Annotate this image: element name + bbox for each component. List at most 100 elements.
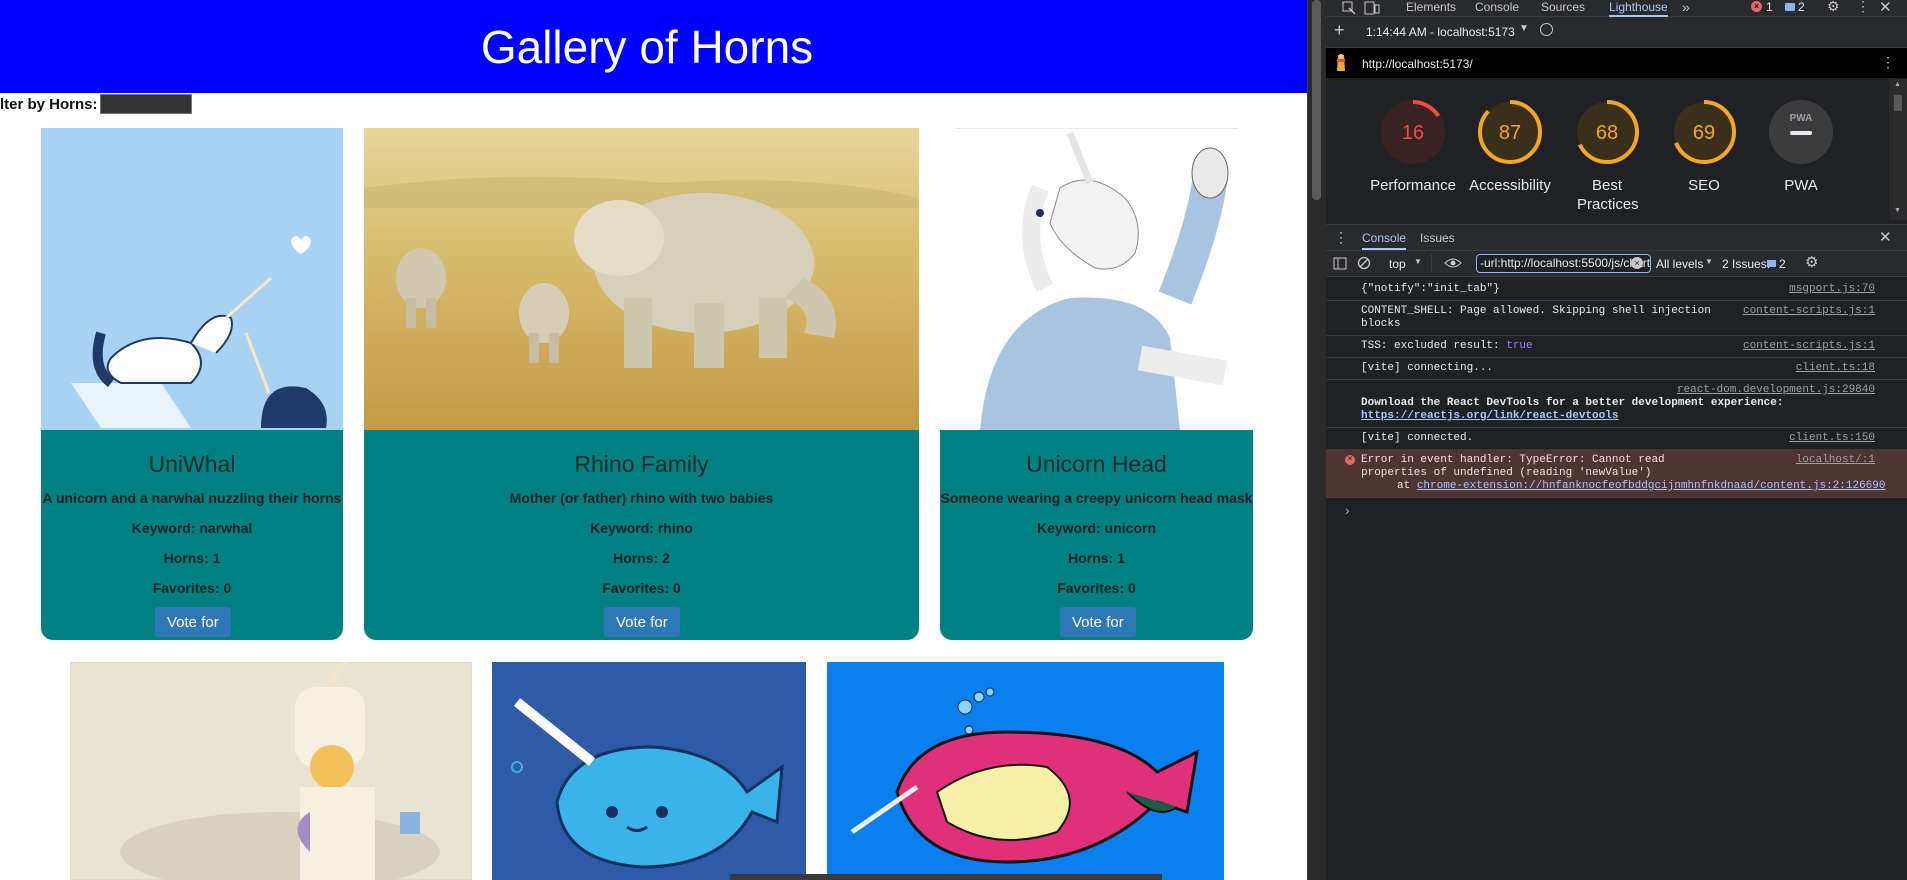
issues-icon[interactable] <box>1785 3 1795 11</box>
filter-label: lter by Horns: <box>0 95 98 113</box>
close-devtools-icon[interactable]: ✕ <box>1879 0 1892 16</box>
console-message: [vite] connecting... client.ts:18 <box>1326 358 1907 380</box>
tab-console[interactable]: Console <box>1475 0 1519 15</box>
drawer-tab-issues[interactable]: Issues <box>1420 231 1455 245</box>
error-icon[interactable]: × <box>1751 1 1762 12</box>
inspect-element-icon[interactable] <box>1342 1 1356 15</box>
narwhal-drawing-image[interactable] <box>827 662 1224 880</box>
gauge-seo[interactable]: 69 SEO <box>1654 99 1754 195</box>
card-keyword: Keyword: unicorn <box>1036 520 1156 536</box>
gauge-accessibility[interactable]: 87 Accessibility <box>1460 99 1560 195</box>
new-report-icon[interactable]: + <box>1334 20 1345 41</box>
tab-elements[interactable]: Elements <box>1406 0 1456 15</box>
card-favorites: Favorites: 0 <box>602 580 681 596</box>
lego-unicorn-image[interactable] <box>70 662 472 880</box>
scroll-down-icon[interactable]: ▼ <box>1894 207 1901 214</box>
drawer-tab-strip: ⋮ Console Issues ✕ <box>1326 224 1907 251</box>
more-tabs-icon[interactable]: » <box>1682 0 1690 15</box>
gauge-performance[interactable]: 16 Performance <box>1363 99 1463 195</box>
clear-reports-icon[interactable] <box>1540 23 1553 36</box>
uniwhal-image[interactable] <box>41 128 343 430</box>
report-menu-icon[interactable]: ⋮ <box>1881 54 1895 71</box>
audited-url: http://localhost:5173/ <box>1362 57 1473 71</box>
card-title: Rhino Family <box>574 451 709 477</box>
vote-button[interactable]: Vote for <box>1060 607 1136 637</box>
horn-filter-select[interactable] <box>99 94 192 114</box>
console-prompt[interactable]: › <box>1326 498 1907 518</box>
toolbar-separator <box>1431 254 1432 272</box>
vote-button[interactable]: Vote for <box>155 607 231 637</box>
message-boolean-value: true <box>1506 340 1533 352</box>
message-text: CONTENT_SHELL: Page allowed. Skipping sh… <box>1361 305 1711 330</box>
live-expression-eye-icon[interactable] <box>1444 257 1462 269</box>
console-message: CONTENT_SHELL: Page allowed. Skipping sh… <box>1326 301 1907 336</box>
issue-count[interactable]: 2 <box>1798 0 1805 14</box>
console-sidebar-icon[interactable] <box>1333 257 1347 270</box>
card-keyword: Keyword: narwhal <box>131 520 253 536</box>
message-source-link[interactable]: msgport.js:70 <box>1789 283 1875 296</box>
clear-console-icon[interactable] <box>1357 256 1371 270</box>
prompt-chevron-icon: › <box>1345 502 1350 518</box>
best-practices-score: 68 <box>1596 122 1618 144</box>
tab-sources[interactable]: Sources <box>1541 0 1585 15</box>
log-levels-dropdown-icon[interactable]: ▼ <box>1705 257 1713 266</box>
beast-card-uniwhal: UniWhal A unicorn and a narwhal nuzzling… <box>41 128 343 640</box>
message-text: Download the React DevTools for a better… <box>1361 397 1784 409</box>
seo-score: 69 <box>1693 122 1715 144</box>
react-devtools-link[interactable]: https://reactjs.org/link/react-devtools <box>1361 410 1618 422</box>
customize-menu-icon[interactable]: ⋮ <box>1856 0 1870 15</box>
report-dropdown-icon[interactable]: ▼ <box>1519 23 1529 34</box>
console-message: Download the React DevTools for a better… <box>1326 380 1907 428</box>
message-source-link[interactable]: content-scripts.js:1 <box>1743 305 1875 318</box>
console-messages: {"notify":"init_tab"} msgport.js:70 CONT… <box>1326 279 1907 518</box>
scroll-up-icon[interactable]: ▲ <box>1894 81 1901 88</box>
context-selector[interactable]: top <box>1389 257 1406 271</box>
report-scrollbar[interactable]: ▲ ▼ <box>1889 79 1907 220</box>
rhino-family-image[interactable] <box>364 128 919 430</box>
message-source-link[interactable]: client.ts:150 <box>1789 432 1875 445</box>
settings-gear-icon[interactable]: ⚙ <box>1827 0 1840 15</box>
narwhal-cartoon-image[interactable] <box>492 662 806 880</box>
log-levels-selector[interactable]: All levels <box>1656 257 1703 271</box>
message-source-link[interactable]: react-dom.development.js:29840 <box>1677 384 1875 397</box>
beast-card-rhino-family: Rhino Family Mother (or father) rhino wi… <box>364 128 919 640</box>
issues-summary[interactable]: 2 Issues: <box>1722 257 1770 271</box>
message-source-link[interactable]: content-scripts.js:1 <box>1743 340 1875 353</box>
tab-lighthouse[interactable]: Lighthouse <box>1609 0 1668 17</box>
console-message: TSS: excluded result: true content-scrip… <box>1326 336 1907 358</box>
drawer-tab-console[interactable]: Console <box>1362 231 1407 250</box>
vote-button[interactable]: Vote for <box>604 607 680 637</box>
issues-summary-icon[interactable] <box>1767 260 1776 267</box>
clear-filter-icon[interactable]: × <box>1631 257 1643 269</box>
message-text: [vite] connected. <box>1361 432 1474 444</box>
close-drawer-icon[interactable]: ✕ <box>1879 228 1892 246</box>
message-source-link[interactable]: localhost/:1 <box>1796 454 1875 467</box>
overlay-strip <box>730 874 1162 880</box>
console-filter-input[interactable]: -url:http://localhost:5500/js/chart.js <box>1476 254 1651 273</box>
card-description: Mother (or father) rhino with two babies <box>509 490 774 506</box>
unicorn-head-image[interactable] <box>940 128 1253 430</box>
drawer-menu-icon[interactable]: ⋮ <box>1334 229 1348 246</box>
report-scrollbar-thumb[interactable] <box>1894 95 1902 111</box>
context-dropdown-icon[interactable]: ▼ <box>1414 257 1422 266</box>
error-x-icon: × <box>1345 455 1355 465</box>
accessibility-label: Accessibility <box>1469 177 1551 194</box>
svg-text:PWA: PWA <box>1790 113 1813 124</box>
accessibility-score: 87 <box>1499 122 1521 144</box>
card-description: Someone wearing a creepy unicorn head ma… <box>940 490 1253 506</box>
issues-summary-count[interactable]: 2 <box>1779 257 1786 271</box>
app-header: Gallery of Horns <box>0 0 1307 93</box>
console-settings-gear-icon[interactable]: ⚙ <box>1805 253 1818 271</box>
page-scrollbar-thumb[interactable] <box>1312 0 1321 200</box>
gauge-pwa[interactable]: PWA PWA <box>1751 99 1851 195</box>
error-count[interactable]: 1 <box>1766 0 1773 14</box>
stack-trace-link[interactable]: chrome-extension://hnfanknocfeofbddgcijn… <box>1417 480 1886 492</box>
console-error-message: × Error in event handler: TypeError: Can… <box>1326 450 1907 498</box>
message-source-link[interactable]: client.ts:18 <box>1796 362 1875 375</box>
report-selector[interactable]: 1:14:44 AM - localhost:5173 <box>1366 25 1515 39</box>
device-toolbar-icon[interactable] <box>1364 1 1380 15</box>
pwa-label: PWA <box>1784 177 1818 194</box>
devtools-tab-strip: Elements Console Sources Lighthouse » × … <box>1326 0 1907 17</box>
gauge-best-practices[interactable]: 68 Best Practices <box>1557 99 1657 214</box>
trace-prefix: at <box>1397 480 1411 492</box>
